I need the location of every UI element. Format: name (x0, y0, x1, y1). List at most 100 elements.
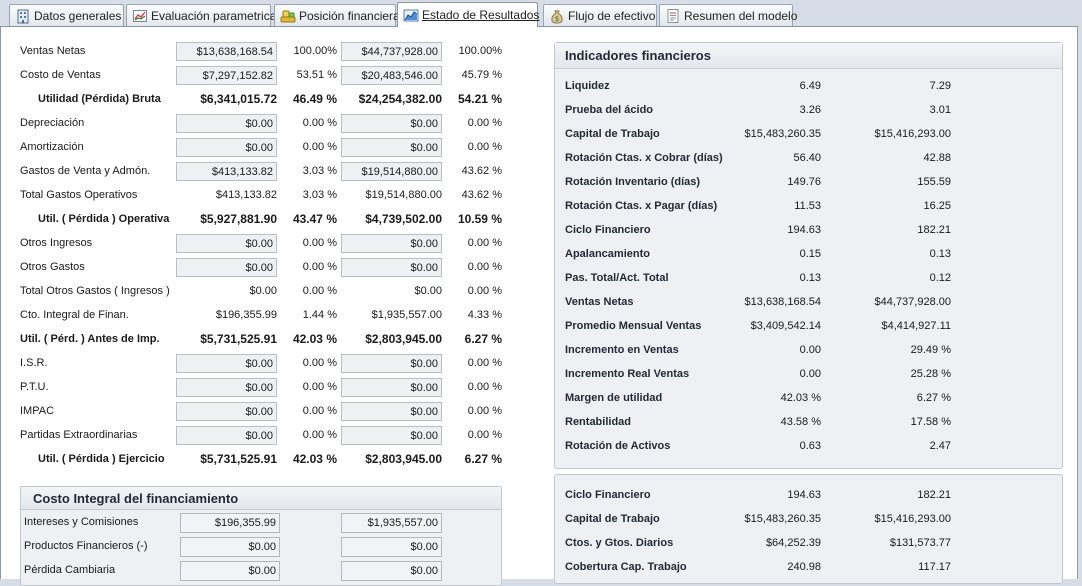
amount-field-2[interactable]: $19,514,880.00 (341, 162, 442, 181)
amount-field-2[interactable]: $0.00 (341, 426, 442, 445)
amount-field-1[interactable]: $0.00 (176, 354, 277, 373)
value-1: 149.76 (787, 176, 821, 188)
row-label: Depreciación (20, 117, 85, 129)
row-label: Gastos de Venta y Admón. (20, 165, 151, 177)
results-row: Depreciación $0.00 $0.00 0.00 % 0.00 % (1, 113, 521, 135)
costo-integral-panel: Costo Integral del financiamiento Intere… (20, 486, 502, 586)
amount-field-1[interactable]: $0.00 (176, 378, 277, 397)
amount-field-2[interactable]: $0.00 (341, 378, 442, 397)
percent-2: 0.00 % (467, 141, 502, 153)
amount-field-2[interactable]: $0.00 (341, 114, 442, 133)
row-label: Cto. Integral de Finan. (20, 309, 129, 321)
value-1: 0.13 (799, 272, 821, 284)
amount-field-2[interactable]: $0.00 (341, 354, 442, 373)
value-1: 194.63 (787, 489, 821, 501)
indicator-label: Incremento en Ventas (565, 344, 679, 356)
amount-field-2[interactable]: $0.00 (341, 537, 442, 557)
percent-1: 3.03 % (302, 189, 337, 201)
indicator-row: Capital de Trabajo $15,483,260.35 $15,416,… (555, 123, 1062, 147)
value-1: $15,483,260.35 (744, 513, 821, 525)
tab-posicion-financiera[interactable]: Posición financiera (274, 4, 400, 26)
value-1: 6.49 (799, 80, 821, 92)
resumen-indicadores-panel: Ciclo Financiero 194.63 182.21 Capital de T… (554, 474, 1063, 584)
percent-1: 0.00 % (302, 261, 337, 273)
amount-field-1[interactable]: $13,638,168.54 (176, 42, 277, 61)
value-1: 0.00 (799, 344, 821, 356)
amount-field-2[interactable]: $0.00 (341, 234, 442, 253)
amount-field-1[interactable]: $7,297,152.82 (176, 66, 277, 85)
amount-field-2[interactable]: $0.00 (341, 138, 442, 157)
amount-field-1[interactable]: $0.00 (180, 561, 280, 581)
percent-1: 53.51 % (296, 69, 337, 81)
tab-estado-de-resultados[interactable]: Estado de Resultados (397, 2, 540, 27)
amount-field-1[interactable]: $0.00 (176, 114, 277, 133)
amount-field-1[interactable]: $0.00 (176, 426, 277, 445)
percent-1: 42.03 % (292, 452, 337, 466)
value-1: $13,638,168.54 (744, 296, 821, 308)
money-bag-icon: $ (551, 10, 563, 24)
percent-2: 0.00 % (467, 405, 502, 417)
indicator-row: Margen de utilidad 42.03 % 6.27 % (555, 387, 1062, 411)
results-row: Total Gastos Operativos $413,133.82 $19,51… (1, 185, 521, 207)
amount-field-2[interactable]: $0.00 (341, 258, 442, 277)
indicator-label: Promedio Mensual Ventas (565, 320, 702, 332)
value-2: 6.27 % (916, 392, 951, 404)
amount-field-1[interactable]: $0.00 (176, 234, 277, 253)
tab-resumen-del-modelo[interactable]: Resumen del modelo (659, 4, 797, 26)
value-2: 155.59 (917, 176, 951, 188)
indicator-row: Incremento en Ventas 0.00 29.49 % (555, 339, 1062, 363)
value-1: $64,252.39 (765, 537, 821, 549)
percent-2: 10.59 % (457, 212, 502, 226)
indicadores-financieros-panel: Indicadores financieros Liquidez 6.49 7.29… (554, 42, 1063, 469)
amount-field-1[interactable]: $0.00 (176, 402, 277, 421)
amount-1: $196,355.99 (215, 309, 277, 321)
amount-2: $2,803,945.00 (365, 452, 442, 466)
indicator-row: Ciclo Financiero 194.63 182.21 (555, 484, 1062, 508)
amount-field-2[interactable]: $1,935,557.00 (341, 513, 442, 533)
indicator-label: Prueba del ácido (565, 104, 654, 116)
value-1: 3.26 (799, 104, 821, 116)
results-row: Util. ( Pérd. ) Antes de Imp. $5,731,525.… (1, 329, 521, 351)
indicator-label: Rotación Inventario (días) (565, 176, 701, 188)
value-2: 25.28 % (910, 368, 951, 380)
amount-field-1[interactable]: $0.00 (176, 258, 277, 277)
tab-label: Estado de Resultados (422, 8, 540, 22)
value-2: $15,416,293.00 (874, 513, 951, 525)
results-row: Otros Gastos $0.00 $0.00 0.00 % 0.00 % (1, 257, 521, 279)
indicator-label: Cobertura Cap. Trabajo (565, 561, 687, 573)
indicator-label: Incremento Real Ventas (565, 368, 690, 380)
indicator-row: Rotación Ctas. x Cobrar (días) 56.40 42.88 (555, 147, 1062, 171)
amount-field-2[interactable]: $44,737,928.00 (341, 42, 442, 61)
amount-field-2[interactable]: $0.00 (341, 402, 442, 421)
amount-field-2[interactable]: $0.00 (341, 561, 442, 581)
tab-evaluacion-parametrica[interactable]: Evaluación parametrica (126, 4, 276, 26)
percent-2: 0.00 % (467, 261, 502, 273)
row-label: P.T.U. (20, 381, 49, 393)
amount-field-1[interactable]: $196,355.99 (180, 513, 280, 533)
row-label: IMPAC (20, 405, 55, 417)
results-row: P.T.U. $0.00 $0.00 0.00 % 0.00 % (1, 377, 521, 399)
percent-1: 46.49 % (292, 92, 337, 106)
tab-flujo-de-efectivo[interactable]: $ Flujo de efectivo (543, 4, 657, 26)
value-1: 0.00 (799, 368, 821, 380)
amount-field-1[interactable]: $0.00 (176, 138, 277, 157)
indicator-row: Pas. Total/Act. Total 0.13 0.12 (555, 267, 1062, 291)
indicator-row: Prueba del ácido 3.26 3.01 (555, 99, 1062, 123)
amount-field-2[interactable]: $20,483,546.00 (341, 66, 442, 85)
tab-datos-generales[interactable]: Datos generales (9, 4, 124, 26)
amount-2: $1,935,557.00 (371, 309, 442, 321)
amount-2: $0.00 (414, 285, 442, 297)
indicator-row: Rotación Ctas. x Pagar (días) 11.53 16.25 (555, 195, 1062, 219)
indicator-row: Incremento Real Ventas 0.00 25.28 % (555, 363, 1062, 387)
value-1: 42.03 % (780, 392, 821, 404)
percent-2: 0.00 % (467, 237, 502, 249)
amount-1: $5,731,525.91 (200, 332, 277, 346)
amount-field-1[interactable]: $413,133.82 (176, 162, 277, 181)
indicator-label: Apalancamiento (565, 248, 650, 260)
value-2: 0.13 (929, 248, 951, 260)
tab-label: Flujo de efectivo (568, 8, 656, 23)
amount-field-1[interactable]: $0.00 (180, 537, 280, 557)
row-label: Util. ( Pérdida ) Operativa (38, 213, 170, 225)
amount-2: $2,803,945.00 (365, 332, 442, 346)
amount-2: $24,254,382.00 (358, 92, 442, 106)
